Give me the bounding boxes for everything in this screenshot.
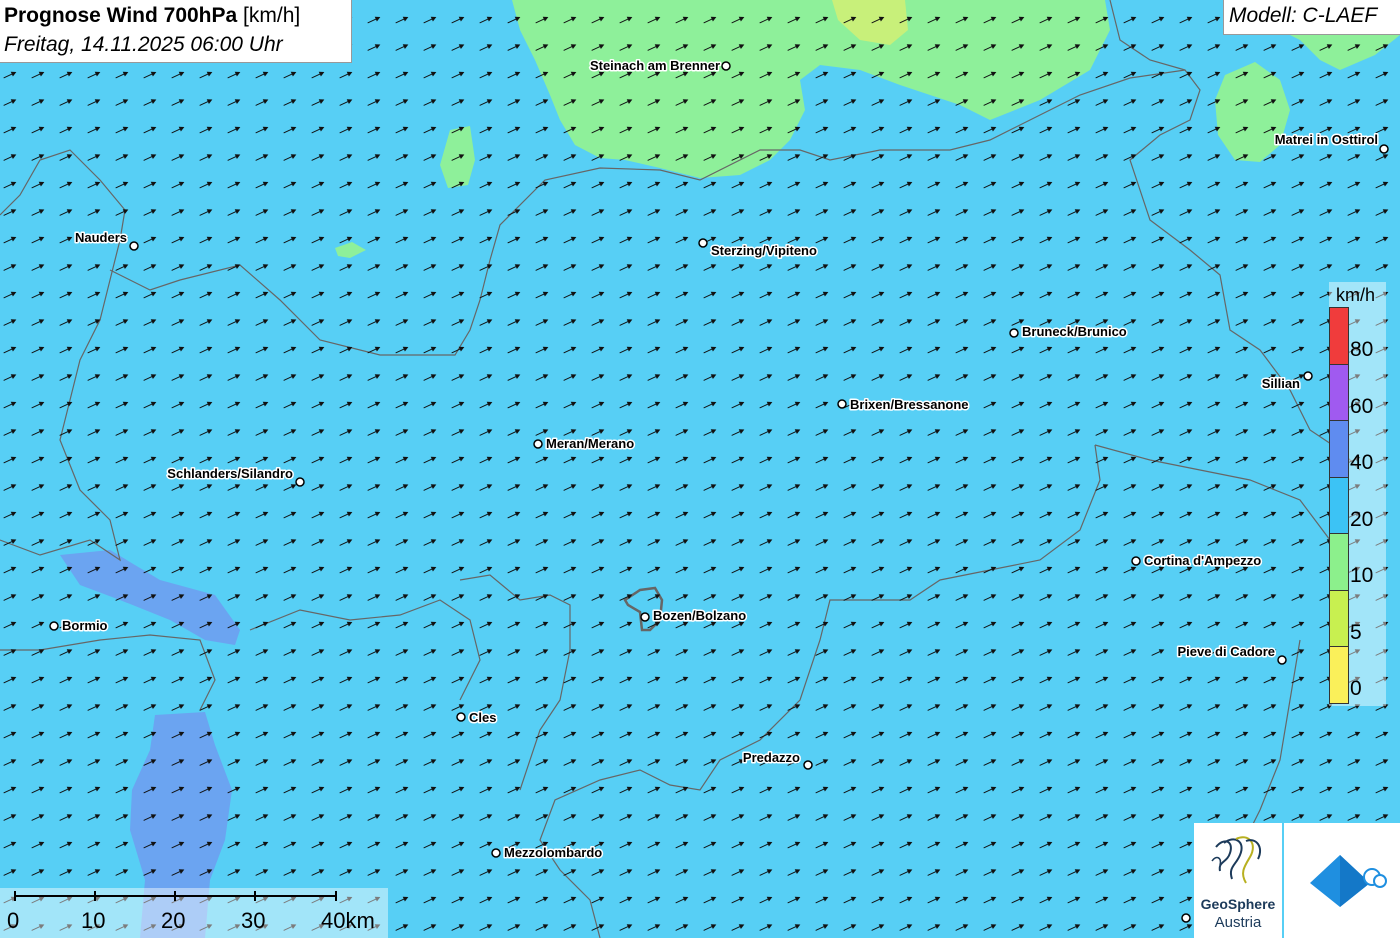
legend-swatch — [1329, 533, 1349, 591]
city-label: Predazzo — [743, 750, 800, 765]
legend-label: 60 — [1350, 394, 1374, 418]
circle-marker-icon — [49, 621, 59, 631]
scale-label: 0 — [7, 908, 20, 933]
circle-marker-icon — [295, 477, 305, 487]
city-label: Bruneck/Brunico — [1022, 324, 1127, 339]
circle-marker-icon — [533, 439, 543, 449]
legend-label: 20 — [1350, 507, 1374, 531]
legend-label: 10 — [1350, 564, 1374, 587]
circle-marker-icon — [1181, 913, 1191, 923]
city-label: Nauders — [75, 230, 127, 245]
city-steinach[interactable]: Steinach am Brenner — [588, 57, 731, 75]
city-label: Sillian — [1262, 376, 1300, 391]
title-box: Prognose Wind 700hPa [km/h] Freitag, 14.… — [0, 0, 352, 63]
city-bruneck[interactable]: Bruneck/Brunico — [1009, 323, 1128, 341]
legend-swatch — [1329, 307, 1349, 365]
city-label: Schlanders/Silandro — [167, 466, 293, 481]
city-label: Pieve di Cadore — [1177, 644, 1275, 659]
legend-swatch — [1329, 646, 1349, 704]
circle-marker-icon — [1009, 328, 1019, 338]
circle-marker-icon — [456, 712, 466, 722]
circle-marker-icon — [640, 612, 650, 622]
circle-marker-icon — [1131, 556, 1141, 566]
city-cortina[interactable]: Cortina d'Ampezzo — [1131, 552, 1263, 570]
city-label: Sterzing/Vipiteno — [711, 243, 817, 258]
circle-marker-icon — [1277, 655, 1287, 665]
circle-marker-icon — [1303, 371, 1313, 381]
city-label: Brixen/Bressanone — [850, 397, 969, 412]
geosphere-line1: GeoSphere — [1200, 896, 1276, 912]
city-bozen[interactable]: Bozen/Bolzano — [640, 607, 748, 625]
geosphere-line2: Austria — [1214, 914, 1262, 931]
circle-marker-icon — [491, 848, 501, 858]
city-label: Bormio — [62, 618, 108, 633]
model-box: Modell: C-LAEF — [1223, 0, 1400, 35]
circle-marker-icon — [837, 399, 847, 409]
scale-label: 20 — [161, 908, 186, 933]
title-bold: Prognose Wind 700hPa — [4, 4, 238, 27]
legend-swatch — [1329, 589, 1349, 647]
legend-swatch — [1329, 476, 1349, 534]
geosphere-logo[interactable]: GeoSphere Austria — [1194, 823, 1282, 938]
legend-label: 40 — [1350, 451, 1374, 474]
city-meran[interactable]: Meran/Merano — [533, 435, 636, 453]
city-label: Bozen/Bolzano — [653, 608, 746, 623]
diamond-cloud-icon — [1310, 855, 1387, 907]
legend-swatch — [1329, 420, 1349, 478]
legend-label: 0 — [1350, 677, 1362, 700]
scale-label: 30 — [241, 908, 266, 933]
legend-swatch — [1329, 363, 1349, 421]
model-label: Modell: C-LAEF — [1229, 4, 1378, 27]
forecast-datetime: Freitag, 14.11.2025 06:00 Uhr — [4, 33, 283, 56]
city-brixen[interactable]: Brixen/Bressanone — [837, 396, 970, 414]
scale-label: 10 — [81, 908, 106, 933]
legend-label: 5 — [1350, 620, 1362, 644]
partner-logo[interactable] — [1284, 823, 1400, 938]
title-unit: [km/h] — [243, 4, 301, 27]
city-label: Mezzolombardo — [504, 845, 602, 860]
geosphere-swirl-icon — [1211, 836, 1262, 884]
city-label: Meran/Merano — [546, 436, 634, 451]
city-label: Matrei in Osttirol — [1275, 132, 1378, 147]
city-label: Cortina d'Ampezzo — [1144, 553, 1261, 568]
city-mezzolombardo[interactable]: Mezzolombardo — [491, 844, 604, 862]
circle-marker-icon — [129, 241, 139, 251]
circle-marker-icon — [1379, 144, 1389, 154]
city-unlabeled[interactable] — [1181, 913, 1191, 923]
circle-marker-icon — [698, 238, 708, 248]
circle-marker-icon — [721, 61, 731, 71]
color-legend: km/h 80 60 40 20 10 5 0 — [1329, 282, 1386, 706]
scale-bar: 0 10 20 30 40km — [0, 888, 388, 938]
legend-unit: km/h — [1336, 285, 1376, 305]
wind-map: Steinach am Brenner Matrei in Osttirol N… — [0, 0, 1400, 938]
legend-label: 80 — [1350, 338, 1374, 361]
circle-marker-icon — [803, 760, 813, 770]
scale-label: 40km — [321, 908, 375, 933]
city-label: Steinach am Brenner — [590, 58, 720, 73]
map-title: Prognose Wind 700hPa [km/h] — [4, 4, 300, 28]
city-label: Cles — [469, 710, 496, 725]
